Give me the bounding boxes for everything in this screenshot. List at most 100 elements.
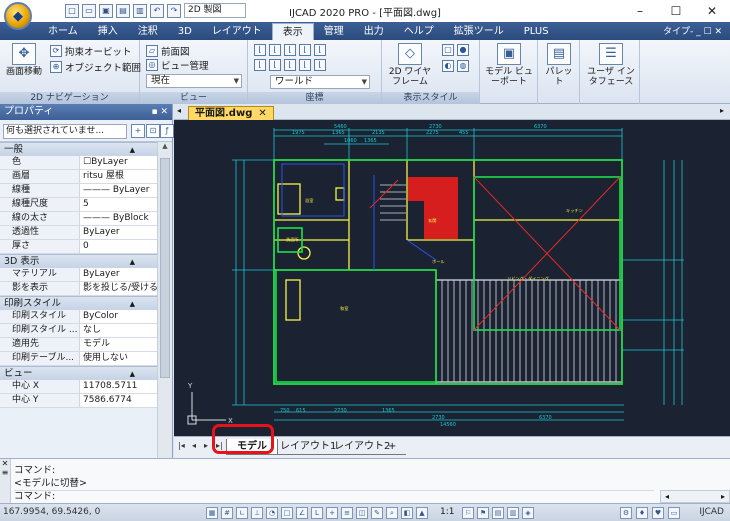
clean-screen-icon[interactable]: ▭ xyxy=(668,507,680,519)
property-category[interactable]: 印刷スタイル ▲ xyxy=(0,296,157,310)
osnap-icon[interactable]: □ xyxy=(281,507,293,519)
minimize-button[interactable]: – xyxy=(622,0,658,22)
property-value[interactable]: ByLayer xyxy=(80,226,157,239)
command-window-grip[interactable]: ✕ ≡ xyxy=(0,459,11,504)
redo-icon[interactable]: ↷ xyxy=(167,3,181,18)
workspace-combo[interactable]: 2D 製図 xyxy=(184,3,246,18)
next-tab-icon[interactable]: ▸ xyxy=(204,441,208,450)
tab-extensions[interactable]: 拡張ツール xyxy=(444,23,514,40)
view-manager-button[interactable]: ◎ ビュー管理 xyxy=(146,58,209,72)
property-category[interactable]: 一般 ▲ xyxy=(0,142,157,156)
ucs-icon[interactable]: ⌊ xyxy=(284,44,296,56)
property-value[interactable]: ——— ByLayer xyxy=(80,184,157,197)
ucs-icon[interactable]: ⌊ xyxy=(299,59,311,71)
front-view-button[interactable]: ▱ 前面図 xyxy=(146,44,190,58)
properties-scrollbar[interactable]: ▲ xyxy=(157,142,172,458)
workspace-icon[interactable]: ▤ xyxy=(492,507,504,519)
application-menu-button[interactable]: ◆ xyxy=(4,2,32,30)
undo-icon[interactable]: ↶ xyxy=(150,3,164,18)
ducs-icon[interactable]: L xyxy=(311,507,323,519)
wireframe-button[interactable]: ◇ 2D ワイヤフレーム xyxy=(386,43,434,87)
property-row[interactable]: マテリアル ByLayer xyxy=(0,268,157,282)
property-value[interactable]: モデル xyxy=(80,338,157,351)
tab-view[interactable]: 表示 xyxy=(271,23,314,40)
print-icon[interactable]: ▥ xyxy=(133,3,147,18)
tab-help[interactable]: ヘルプ xyxy=(394,23,444,40)
collapse-icon[interactable]: ▲ xyxy=(130,367,135,381)
ucs-combo[interactable]: ワールド ▼ xyxy=(270,75,370,89)
property-row[interactable]: 中心 X 11708.5711 xyxy=(0,380,157,394)
tab-scroll-left-icon[interactable]: ◂ xyxy=(177,106,181,115)
property-row[interactable]: 線種尺度 5 xyxy=(0,198,157,212)
property-value[interactable]: 7586.6774 xyxy=(80,394,157,407)
property-category[interactable]: 3D 表示 ▲ xyxy=(0,254,157,268)
property-row[interactable]: 線の太さ ——— ByBlock xyxy=(0,212,157,226)
pan-button[interactable]: ✥ 画面移動 xyxy=(4,43,44,77)
material-icon[interactable]: ◍ xyxy=(457,60,469,72)
transparency-icon[interactable]: ◫ xyxy=(356,507,368,519)
drawing-canvas[interactable]: 5460 2730 6370 1975 1365 2135 2275 455 1… xyxy=(174,120,730,436)
tab-add-layout[interactable]: + xyxy=(378,439,407,455)
tab-insert[interactable]: 挿入 xyxy=(88,23,128,40)
ortho-icon[interactable]: ⊥ xyxy=(251,507,263,519)
property-value[interactable]: ——— ByBlock xyxy=(80,212,157,225)
property-row[interactable]: 色 ☐ByLayer xyxy=(0,156,157,170)
property-value[interactable]: 5 xyxy=(80,198,157,211)
property-value[interactable]: 使用しない xyxy=(80,352,157,365)
ucs-icon[interactable]: ⌊ xyxy=(269,44,281,56)
selection-combo[interactable]: 何も選択されていませ... xyxy=(3,124,127,139)
ribbon-right-controls[interactable]: タイプ- _ ☐ ✕ xyxy=(663,24,722,37)
close-tab-icon[interactable]: ✕ xyxy=(258,108,266,119)
property-row[interactable]: 適用先 モデル xyxy=(0,338,157,352)
property-row[interactable]: 線種 ——— ByLayer xyxy=(0,184,157,198)
lock-icon[interactable]: ▥ xyxy=(507,507,519,519)
scroll-right-icon[interactable]: ▸ xyxy=(721,491,725,502)
polar-icon[interactable]: ◔ xyxy=(266,507,278,519)
palette-button[interactable]: ▤ パレット xyxy=(542,43,576,87)
auto-scale-icon[interactable]: ⚑ xyxy=(477,507,489,519)
collapse-icon[interactable]: ▲ xyxy=(130,297,135,311)
annotation-visibility-icon[interactable]: ⚐ xyxy=(462,507,474,519)
property-row[interactable]: 画層 ritsu 屋根 xyxy=(0,170,157,184)
sphere-icon[interactable]: ● xyxy=(457,44,469,56)
scroll-up-icon[interactable]: ▲ xyxy=(158,142,172,154)
view-combo[interactable]: 現在 ▼ xyxy=(146,74,242,88)
property-value[interactable]: ByColor xyxy=(80,310,157,323)
ucs-icon[interactable]: ⌊ xyxy=(284,59,296,71)
shade-icon[interactable]: ◐ xyxy=(442,60,454,72)
property-row[interactable]: 印刷スタイル ... なし xyxy=(0,324,157,338)
property-value[interactable]: ritsu 屋根 xyxy=(80,170,157,183)
property-value[interactable]: ☐ByLayer xyxy=(80,156,157,169)
property-row[interactable]: 中心 Y 7586.6774 xyxy=(0,394,157,408)
save-as-icon[interactable]: ▤ xyxy=(116,3,130,18)
quick-props-icon[interactable]: ✎ xyxy=(371,507,383,519)
property-row[interactable]: 厚さ 0 xyxy=(0,240,157,254)
tab-manage[interactable]: 管理 xyxy=(314,23,354,40)
panel-close-icon[interactable]: ▪ ✕ xyxy=(151,104,168,120)
property-value[interactable]: ByLayer xyxy=(80,268,157,281)
object-range-button[interactable]: ⊕ オブジェクト範囲 xyxy=(50,60,141,74)
scroll-thumb[interactable] xyxy=(160,158,170,378)
property-value[interactable]: 0 xyxy=(80,240,157,253)
open-file-icon[interactable]: ▭ xyxy=(82,3,96,18)
hardware-icon[interactable]: ♥ xyxy=(652,507,664,519)
property-row[interactable]: 透過性 ByLayer xyxy=(0,226,157,240)
lineweight-icon[interactable]: ≡ xyxy=(341,507,353,519)
tab-annotate[interactable]: 注釈 xyxy=(128,23,168,40)
property-value[interactable]: なし xyxy=(80,324,157,337)
model-viewport-button[interactable]: ▣ モデル ビューポート xyxy=(484,43,534,87)
user-interface-button[interactable]: ☰ ユーザ インタフェース xyxy=(584,43,638,87)
quick-select-icon[interactable]: ƒ xyxy=(160,124,174,138)
otrack-icon[interactable]: ∠ xyxy=(296,507,308,519)
ucs-icon[interactable]: ⌊ xyxy=(254,59,266,71)
tab-plus[interactable]: PLUS xyxy=(514,23,559,40)
ucs-icon[interactable]: ⌊ xyxy=(254,44,266,56)
tab-3d[interactable]: 3D xyxy=(168,23,202,40)
document-tab[interactable]: 平面図.dwg ✕ xyxy=(188,106,274,120)
snap-icon[interactable]: ∟ xyxy=(236,507,248,519)
selection-cycle-icon[interactable]: ⌕ xyxy=(386,507,398,519)
orbit-button[interactable]: ⟳ 拘束オービット xyxy=(50,44,132,58)
model-space-icon[interactable]: ▦ xyxy=(206,507,218,519)
property-value[interactable]: 11708.5711 xyxy=(80,380,157,393)
toggle-pickadd-icon[interactable]: + xyxy=(131,124,145,138)
